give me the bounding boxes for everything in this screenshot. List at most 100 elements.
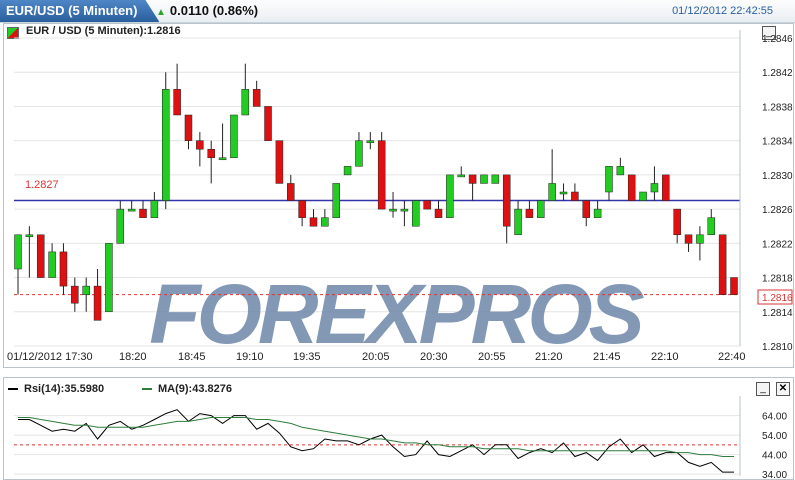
candle-body [59, 251, 68, 287]
candle-body [298, 200, 306, 218]
y-tick-label: 1.2822 [762, 239, 793, 250]
candle-body [241, 89, 250, 116]
x-tick-label: 18:45 [178, 351, 206, 363]
candle-body [230, 114, 238, 159]
candle-body [434, 208, 443, 218]
candle-body [332, 183, 340, 218]
y-tick-label: 1.2838 [762, 102, 793, 113]
y-tick-label: 1.2814 [762, 308, 793, 319]
candle-body [82, 285, 90, 295]
x-tick-label: 19:10 [236, 351, 264, 363]
candle-body [548, 183, 556, 201]
candle-body [366, 140, 375, 143]
y-tick-label: 1.2842 [762, 68, 793, 79]
candle-body [650, 183, 659, 193]
candle-body [196, 140, 204, 150]
x-tick-label: 21:45 [593, 351, 621, 363]
candle-body [127, 208, 136, 212]
x-tick-label: 20:55 [478, 351, 506, 363]
candle-body [150, 200, 159, 218]
candle-body [275, 140, 284, 184]
candle-body [412, 200, 420, 227]
y-tick-label: 54.00 [762, 431, 787, 442]
candle-body [161, 89, 170, 201]
candle-body [207, 148, 215, 159]
y-tick-label: 1.2818 [762, 274, 793, 285]
x-tick-label: 20:05 [362, 351, 390, 363]
indicator-grid [14, 415, 740, 475]
candle-body [252, 89, 261, 107]
y-tick-label: 1.2846 [762, 34, 793, 45]
x-tick-label: 01/12/2012 17:30 [7, 351, 93, 363]
rsi-line [18, 409, 734, 473]
reference-line-label: 1.2827 [25, 179, 59, 191]
candle-body [36, 234, 45, 278]
candle-body [502, 174, 511, 227]
y-tick-label: 1.2810 [762, 342, 793, 353]
candle-body [71, 285, 79, 304]
x-tick-label: 18:20 [119, 351, 147, 363]
y-tick-label: 44.00 [762, 451, 787, 462]
x-tick-label: 19:35 [293, 351, 321, 363]
y-tick-label: 64.00 [762, 412, 787, 423]
candle-body [582, 200, 591, 218]
indicator-axis: 64.00 54.00 44.00 34.00 [739, 396, 787, 480]
x-tick-label: 22:10 [651, 351, 679, 363]
candle-body [525, 208, 534, 218]
price-axis: 1.2846 1.2842 1.2838 1.2834 1.2830 1.2826 1.28… [739, 30, 793, 353]
candle-body [514, 208, 522, 236]
candle-body [389, 208, 397, 212]
candle-body [184, 114, 193, 141]
candle-body [627, 174, 636, 201]
candle-body [696, 234, 704, 244]
candle-body [218, 157, 227, 161]
candle-body [491, 174, 500, 184]
candle-body [173, 89, 181, 116]
candle-body [730, 277, 738, 295]
candle-body [605, 166, 613, 193]
candle-body [25, 234, 34, 238]
x-tick-label: 22:40 [718, 351, 746, 363]
candle-body [537, 200, 545, 218]
candle-body [48, 251, 56, 278]
candle-body [377, 140, 386, 210]
candle-body [93, 285, 102, 321]
candle-body [616, 166, 625, 176]
candle-body [423, 200, 431, 210]
y-tick-label: 1.2830 [762, 171, 793, 182]
candle-body [662, 174, 670, 201]
y-tick-label: 1.2834 [762, 137, 793, 148]
watermark: FOREXPROS [149, 267, 644, 361]
current-price-label: 1.2816 [762, 293, 793, 304]
candle-body [321, 217, 329, 227]
y-tick-label: 1.2826 [762, 205, 793, 216]
candle-body [571, 191, 579, 201]
candle-body [593, 208, 602, 218]
candle-body [639, 191, 647, 201]
chart-canvas: FOREXPROS 1.2846 1.2842 1.2838 1.2834 1.2830… [7, 30, 793, 480]
y-tick-label: 34.00 [762, 470, 787, 480]
indicator-lines [18, 409, 734, 473]
candle-body [287, 183, 295, 201]
candle-body [707, 217, 716, 236]
candle-body [468, 174, 477, 184]
candle-body [400, 208, 409, 212]
x-tick-label: 21:20 [535, 351, 563, 363]
candle-body [105, 243, 113, 313]
candle-body [718, 234, 727, 295]
candle-body [139, 208, 147, 218]
current-price-tag: 1.2816 [757, 289, 793, 305]
candle-body [309, 217, 318, 227]
candle-body [457, 174, 465, 178]
candle-body [446, 174, 454, 218]
candle-body [355, 140, 363, 167]
x-tick-label: 20:30 [420, 351, 448, 363]
candle-body [673, 208, 681, 236]
candle-body [264, 106, 272, 141]
candle-body [684, 234, 693, 244]
candle-body [14, 234, 22, 270]
candle-body [480, 174, 488, 184]
candle-body [116, 208, 125, 244]
candle-body [343, 166, 352, 176]
candle-body [559, 191, 568, 195]
